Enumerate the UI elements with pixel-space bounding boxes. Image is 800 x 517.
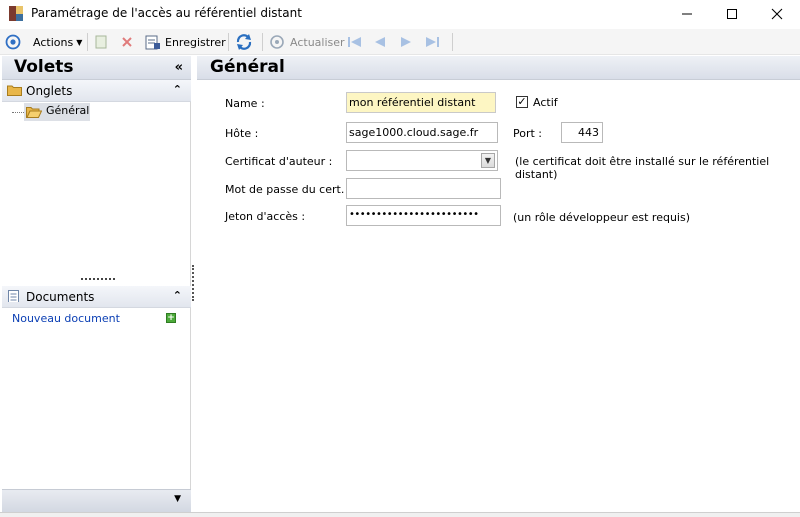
next-button[interactable] <box>399 29 413 55</box>
save-label: Enregistrer <box>165 35 226 49</box>
horizontal-splitter[interactable] <box>81 278 115 281</box>
actions-icon[interactable] <box>5 29 21 55</box>
volets-header: Volets « <box>2 56 191 80</box>
save-button[interactable]: Enregistrer <box>145 29 226 55</box>
check-icon: ✓ <box>517 95 527 108</box>
previous-button[interactable] <box>373 29 387 55</box>
new-document-link[interactable]: Nouveau document <box>12 312 120 325</box>
port-field[interactable]: 443 <box>561 122 603 143</box>
onglets-label: Onglets <box>26 84 73 98</box>
documents-section-header[interactable]: Documents ⌃ <box>2 286 191 308</box>
cert-select[interactable]: ▼ <box>346 150 498 171</box>
collapse-up-icon[interactable]: ⌃ <box>173 289 182 302</box>
onglets-section-header[interactable]: Onglets ⌃ <box>2 80 191 102</box>
delete-icon <box>122 37 132 47</box>
delete-button[interactable] <box>120 29 134 55</box>
volets-title: Volets <box>14 57 74 77</box>
first-icon <box>348 37 361 47</box>
left-panel: Volets « Onglets ⌃ Général Documents ⌃ N… <box>2 56 191 512</box>
tree-connector <box>12 112 24 113</box>
refresh-icon <box>270 35 284 49</box>
port-label: Port : <box>513 127 543 140</box>
page-title: Général <box>210 57 285 77</box>
chevron-down-icon[interactable]: ▼ <box>174 494 181 504</box>
new-button[interactable] <box>94 29 108 55</box>
chevron-down-icon[interactable]: ▼ <box>481 153 495 168</box>
status-bar <box>0 512 800 517</box>
toolbar: Actions ▼ Enregistrer Actualiser <box>0 29 800 55</box>
vertical-splitter[interactable] <box>192 265 195 301</box>
minimize-button[interactable] <box>664 0 710 28</box>
actif-checkbox[interactable]: ✓ <box>516 96 528 108</box>
maximize-button[interactable] <box>709 0 755 28</box>
title-bar: Paramétrage de l'accès au référentiel di… <box>0 0 800 28</box>
document-icon <box>8 290 19 302</box>
panel-footer-bar[interactable]: ▼ <box>2 489 191 512</box>
refresh-label: Actualiser <box>290 35 345 49</box>
actions-menu[interactable]: Actions ▼ <box>33 29 82 55</box>
token-note: (un rôle développeur est requis) <box>513 211 690 224</box>
cert-label: Certificat d'auteur : <box>225 155 333 168</box>
last-icon <box>426 37 439 47</box>
maximize-icon <box>727 9 737 19</box>
chevron-down-icon: ▼ <box>76 37 83 47</box>
content-header: Général <box>197 56 800 80</box>
minimize-icon <box>682 13 692 15</box>
host-field[interactable]: sage1000.cloud.sage.fr <box>346 122 498 143</box>
tree-item-label: Général <box>46 104 90 117</box>
new-icon <box>95 35 107 49</box>
refresh-button[interactable]: Actualiser <box>269 29 345 55</box>
close-button[interactable] <box>754 0 800 28</box>
add-icon[interactable]: + <box>166 313 176 323</box>
host-label: Hôte : <box>225 127 259 140</box>
actif-label: Actif <box>533 96 558 109</box>
window-title: Paramétrage de l'accès au référentiel di… <box>31 6 302 20</box>
first-button[interactable] <box>347 29 363 55</box>
collapse-panel-icon[interactable]: « <box>175 60 183 75</box>
cert-note: (le certificat doit être installé sur le… <box>515 155 770 181</box>
sync-button[interactable] <box>235 29 253 55</box>
close-icon <box>771 8 783 20</box>
folder-icon <box>7 85 22 96</box>
next-icon <box>401 37 411 47</box>
previous-icon <box>375 37 385 47</box>
sync-icon <box>236 34 252 50</box>
cert-password-field[interactable] <box>346 178 501 199</box>
token-label: Jeton d'accès : <box>225 210 306 223</box>
documents-label: Documents <box>26 290 95 304</box>
last-button[interactable] <box>424 29 440 55</box>
name-label: Name : <box>225 97 265 110</box>
tree-item-general[interactable]: Général <box>24 103 90 121</box>
cert-password-label: Mot de passe du cert. : <box>225 183 352 196</box>
name-field[interactable]: mon référentiel distant <box>346 92 496 113</box>
actions-label: Actions <box>33 35 74 49</box>
app-icon <box>9 6 23 21</box>
token-field[interactable]: •••••••••••••••••••••••• <box>346 205 501 226</box>
save-icon <box>145 35 160 50</box>
collapse-up-icon[interactable]: ⌃ <box>173 83 182 96</box>
open-folder-icon <box>26 107 42 118</box>
